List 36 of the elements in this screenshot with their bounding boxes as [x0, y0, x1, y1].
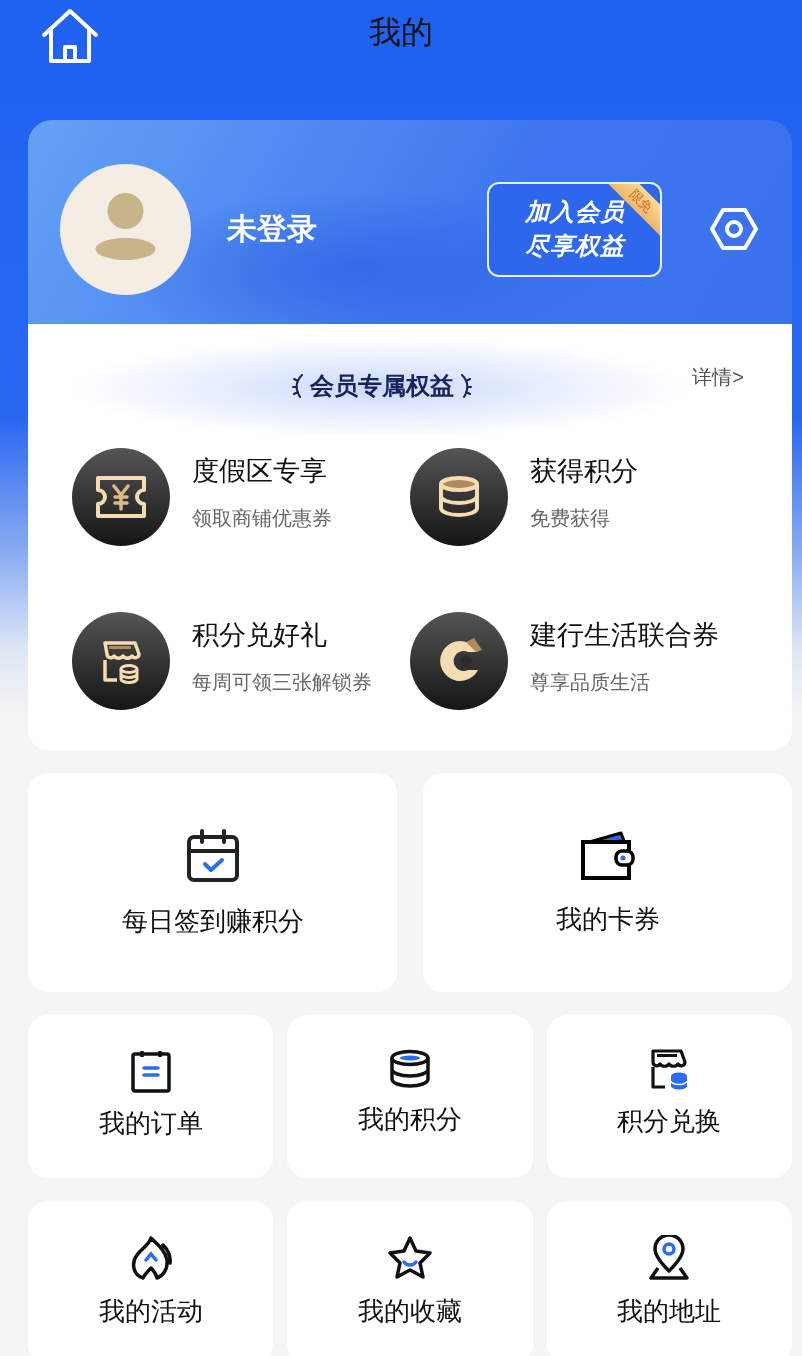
benefit-title[interactable]: 积分兑好礼 [192, 618, 372, 652]
benefits-title: 会员专属权益 [310, 371, 454, 401]
menu-tile[interactable]: 我的地址 [546, 1201, 792, 1356]
menu-tile[interactable]: 我的活动 [28, 1201, 274, 1356]
details-link[interactable]: 详情> [692, 364, 744, 391]
laurel-icon [292, 373, 306, 399]
benefit-subtitle: 免费获得 [530, 506, 611, 530]
star-icon [387, 1235, 433, 1281]
benefit-title[interactable]: 获得积分 [530, 454, 638, 488]
coin-stack-icon [389, 1049, 431, 1089]
login-status[interactable]: 未登录 [227, 208, 487, 250]
ticket-icon [72, 448, 170, 546]
menu-tile[interactable]: 我的积分 [287, 1015, 533, 1178]
menu-tile[interactable]: 我的收藏 [287, 1201, 533, 1356]
avatar-icon[interactable] [60, 163, 191, 295]
settings-icon[interactable] [710, 207, 758, 251]
laurel-icon [458, 373, 472, 399]
benefit-subtitle: 每周可领三张解锁券 [192, 670, 372, 694]
page-title: 我的 [369, 13, 433, 52]
menu-tile[interactable]: 每日签到赚积分 [28, 773, 397, 992]
bank-logo-icon [410, 612, 508, 710]
wallet-icon [579, 830, 636, 881]
location-pin-icon [647, 1235, 692, 1281]
order-list-icon [130, 1049, 171, 1093]
benefit-title[interactable]: 建行生活联合券 [530, 618, 719, 652]
menu-tile[interactable]: 积分兑换 [546, 1015, 792, 1178]
menu-tile[interactable]: 我的卡券 [423, 773, 792, 992]
calendar-check-icon [185, 828, 240, 883]
benefit-subtitle: 领取商铺优惠券 [192, 506, 332, 530]
benefit-subtitle: 尊享品质生活 [530, 670, 651, 694]
shop-coins-icon [72, 612, 170, 710]
home-icon[interactable] [40, 8, 100, 64]
menu-tile[interactable]: 我的订单 [28, 1015, 274, 1178]
coin-stack-icon [410, 448, 508, 546]
benefit-title[interactable]: 度假区专享 [192, 454, 332, 488]
membership-promo-button[interactable]: 加入会员 尽享权益 限免 [487, 181, 662, 277]
